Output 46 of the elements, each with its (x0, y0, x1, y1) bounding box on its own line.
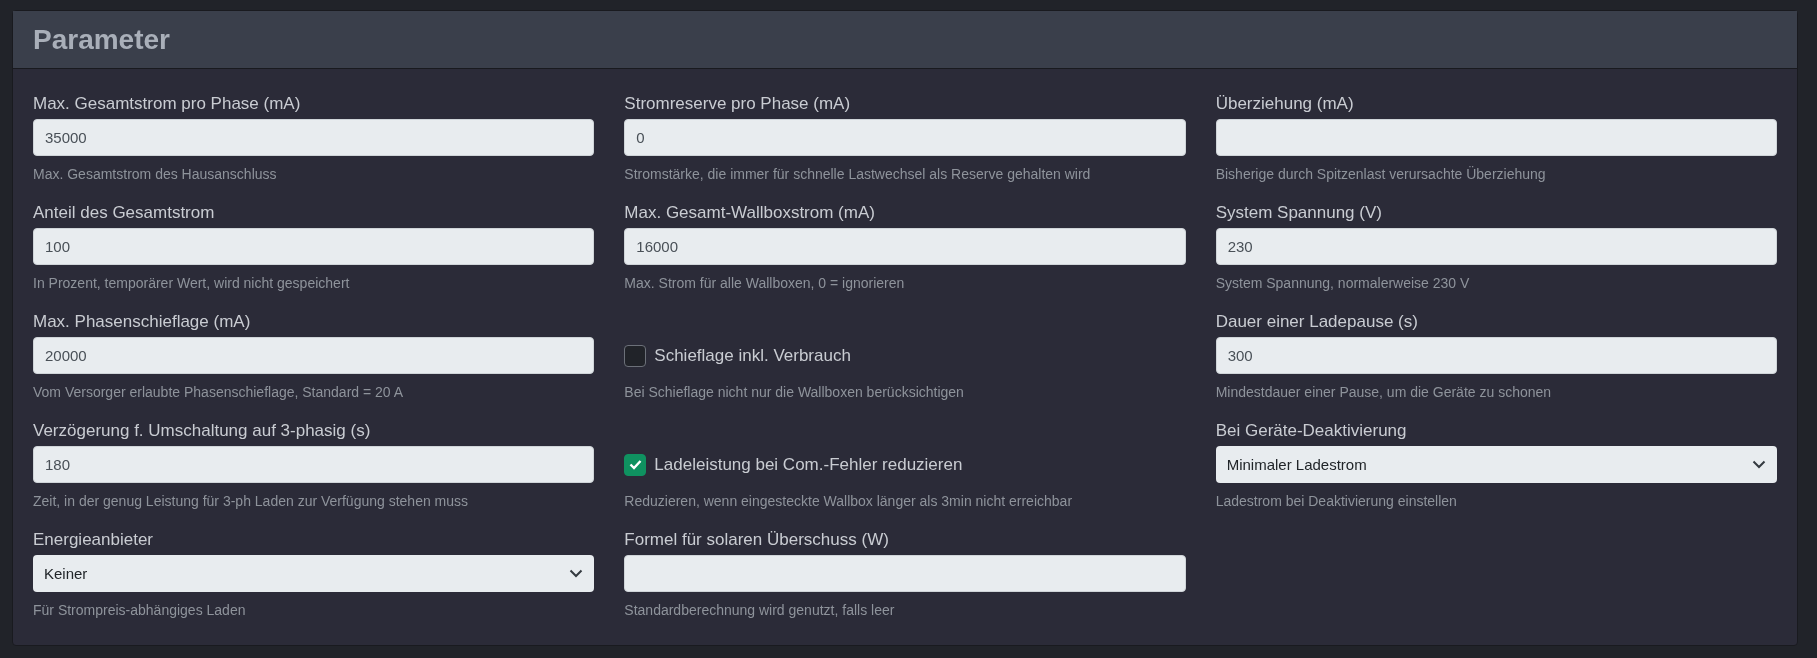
card-title: Parameter (33, 23, 170, 56)
input-field[interactable]: 20000 (33, 337, 595, 374)
help-text: In Prozent, temporärer Wert, wird nicht gespeichert (33, 275, 351, 291)
checkbox-label: Ladeleistung bei Com.-Fehler reduzieren (654, 454, 963, 475)
input-field[interactable] (1215, 119, 1777, 156)
checkbox[interactable] (624, 453, 647, 476)
chevron-down-icon (1752, 460, 1766, 469)
input-field[interactable] (624, 555, 1186, 592)
help-text: Vom Versorger erlaubte Phasenschieflage, Standard = 20 A (33, 384, 405, 400)
checkmark-icon (628, 459, 642, 470)
field-label: Dauer einer Ladepause (s) (1215, 311, 1419, 333)
help-text: System Spannung, normalerweise 230 V (1215, 275, 1471, 291)
help-text: Stromstärke, die immer für schnelle Lastwechsel als Reserve gehalten wird (624, 166, 1092, 182)
input-field[interactable]: 16000 (624, 228, 1186, 265)
field-label: Max. Gesamtstrom pro Phase (mA) (33, 93, 302, 115)
input-field[interactable]: 0 (624, 119, 1186, 156)
help-text: Mindestdauer einer Pause, um die Geräte zu schonen (1215, 384, 1553, 400)
field-label: Verzögerung f. Umschaltung auf 3-phasig (s) (33, 420, 372, 442)
help-text: Ladestrom bei Deaktivierung einstellen (1215, 493, 1458, 509)
field-label: Anteil des Gesamtstrom (33, 202, 216, 224)
chevron-down-icon (569, 569, 584, 578)
input-field[interactable]: 300 (1215, 337, 1777, 374)
field-label: Überziehung (mA) (1215, 93, 1355, 115)
dropdown[interactable]: Keiner (33, 555, 595, 592)
help-text: Bei Schieflage nicht nur die Wallboxen berücksichtigen (624, 384, 965, 400)
help-text: Max. Strom für alle Wallboxen, 0 = ignorieren (624, 275, 906, 291)
help-text: Für Strompreis-abhängiges Laden (33, 602, 247, 618)
help-text: Zeit, in der genug Leistung für 3-ph Laden zur Verfügung stehen muss (33, 493, 470, 509)
input-field[interactable]: 100 (33, 228, 595, 265)
field-label: Formel für solaren Überschuss (W) (624, 529, 890, 551)
input-field[interactable]: 230 (1215, 228, 1777, 265)
field-label: Max. Phasenschieflage (mA) (33, 311, 252, 333)
help-text: Standardberechnung wird genutzt, falls leer (624, 602, 896, 618)
input-field[interactable]: 35000 (33, 119, 595, 156)
checkbox[interactable] (624, 344, 647, 367)
input-field[interactable]: 180 (33, 446, 595, 483)
help-text: Max. Gesamtstrom des Hausanschluss (33, 166, 278, 182)
dropdown[interactable]: Minimaler Ladestrom (1215, 446, 1777, 483)
field-label: Stromreserve pro Phase (mA) (624, 93, 852, 115)
field-label: Energieanbieter (33, 529, 155, 551)
help-text: Bisherige durch Spitzenlast verursachte Überziehung (1215, 166, 1547, 182)
checkbox-label: Schieflage inkl. Verbrauch (654, 345, 851, 366)
field-label: Bei Geräte-Deaktivierung (1215, 420, 1408, 442)
field-label: Max. Gesamt-Wallboxstrom (mA) (624, 202, 876, 224)
help-text: Reduzieren, wenn eingesteckte Wallbox länger als 3min nicht erreichbar (624, 493, 1074, 509)
field-label: System Spannung (V) (1215, 202, 1383, 224)
